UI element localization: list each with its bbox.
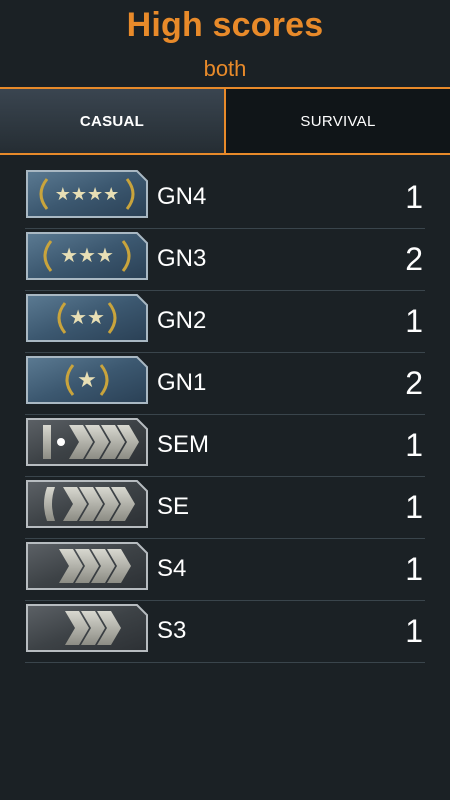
gold-nova-2-icon: ★★ — [26, 294, 148, 342]
page-title: High scores — [126, 6, 324, 44]
list-item[interactable]: SE 1 — [25, 477, 425, 539]
rank-score: 1 — [405, 427, 423, 463]
silver-3-icon — [26, 604, 148, 652]
list-item[interactable]: ★★ GN2 1 — [25, 291, 425, 353]
page-subtitle: both — [203, 56, 247, 81]
rank-label: S4 — [157, 555, 187, 582]
svg-text:★★: ★★ — [69, 305, 105, 329]
gold-nova-3-icon: ★★★ — [26, 232, 148, 280]
scores-list: ★★★★ GN4 1 ★★★ GN3 2 ★★ GN2 1 ★ GN1 2 SE… — [25, 167, 425, 663]
header: High scores both — [0, 0, 450, 88]
rank-label: S3 — [157, 617, 187, 644]
list-item[interactable]: S4 1 — [25, 539, 425, 601]
tab-survival[interactable]: SURVIVAL — [224, 89, 450, 153]
list-item[interactable]: ★ GN1 2 — [25, 353, 425, 415]
gold-nova-1-icon: ★ — [26, 356, 148, 404]
rank-score: 1 — [405, 179, 423, 215]
rank-score: 2 — [405, 241, 423, 277]
rank-label: GN3 — [157, 245, 207, 272]
list-item[interactable]: ★★★★ GN4 1 — [25, 167, 425, 229]
silver-elite-icon — [26, 480, 148, 528]
rank-label: GN4 — [157, 183, 207, 210]
tab-bar: CASUAL SURVIVAL — [0, 87, 450, 155]
svg-text:★★★: ★★★ — [60, 243, 114, 267]
rank-score: 1 — [405, 303, 423, 339]
svg-text:★: ★ — [77, 368, 97, 393]
list-item[interactable]: ★★★ GN3 2 — [25, 229, 425, 291]
rank-label: SEM — [157, 431, 210, 458]
tab-casual[interactable]: CASUAL — [0, 89, 224, 153]
rank-score: 1 — [405, 613, 423, 649]
silver-4-icon — [26, 542, 148, 590]
rank-score: 1 — [405, 489, 423, 525]
rank-label: SE — [157, 493, 190, 520]
rank-score: 2 — [405, 365, 423, 401]
rank-score: 1 — [405, 551, 423, 587]
gold-nova-4-icon: ★★★★ — [26, 170, 148, 218]
list-item[interactable]: S3 1 — [25, 601, 425, 663]
rank-label: GN1 — [157, 369, 207, 396]
list-item[interactable]: SEM 1 — [25, 415, 425, 477]
silver-elite-master-icon — [26, 418, 148, 466]
rank-label: GN2 — [157, 307, 207, 334]
svg-text:★★★★: ★★★★ — [55, 184, 120, 205]
